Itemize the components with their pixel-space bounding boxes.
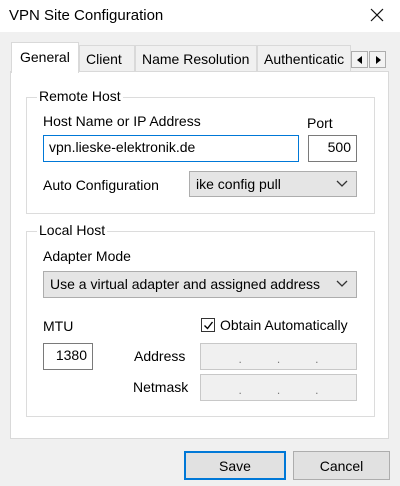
tab-scroll-left[interactable] [351, 51, 368, 68]
auto-config-select[interactable]: ike config pull [189, 171, 357, 197]
tab-authentication[interactable]: Authenticatic [257, 45, 351, 71]
ip-dot: . [276, 383, 281, 397]
port-value: 500 [327, 139, 351, 155]
save-label: Save [219, 458, 251, 474]
port-label: Port [307, 115, 333, 131]
tab-label: Authenticatic [264, 51, 345, 67]
mtu-input[interactable]: 1380 [43, 343, 93, 370]
tab-general[interactable]: General [11, 42, 79, 73]
cancel-button[interactable]: Cancel [293, 451, 390, 480]
host-input[interactable]: vpn.lieske-elektronik.de [43, 135, 299, 162]
netmask-label: Netmask [133, 379, 189, 395]
chevron-down-icon [336, 180, 348, 187]
netmask-input[interactable]: . . . [200, 374, 357, 401]
mtu-value: 1380 [55, 347, 87, 363]
ip-dot: . [276, 352, 281, 366]
adapter-mode-select[interactable]: Use a virtual adapter and assigned addre… [43, 271, 357, 298]
ip-dot: . [315, 352, 319, 366]
address-input[interactable]: . . . [200, 343, 357, 370]
port-input[interactable]: 500 [308, 135, 357, 162]
general-panel: Remote Host Host Name or IP Address Port… [10, 71, 389, 439]
window-title: VPN Site Configuration [9, 7, 164, 24]
remote-host-legend: Remote Host [37, 88, 123, 104]
mtu-label: MTU [43, 318, 74, 334]
check-icon [203, 321, 213, 330]
ip-dot: . [238, 352, 242, 366]
auto-config-value: ike config pull [196, 176, 281, 192]
close-icon [370, 8, 384, 22]
ip-dot: . [238, 383, 242, 397]
adapter-mode-value: Use a virtual adapter and assigned addre… [50, 276, 321, 292]
obtain-automatically-checkbox[interactable] [201, 318, 215, 332]
host-value: vpn.lieske-elektronik.de [49, 139, 196, 155]
tab-scroll-right[interactable] [369, 51, 386, 68]
local-host-legend: Local Host [37, 222, 108, 238]
auto-config-label: Auto Configuration [43, 177, 159, 193]
address-label: Address [134, 348, 186, 364]
title-bar: VPN Site Configuration [0, 0, 400, 32]
close-button[interactable] [362, 0, 392, 30]
host-label: Host Name or IP Address [43, 113, 201, 129]
tab-label: Client [86, 51, 122, 67]
adapter-mode-label: Adapter Mode [43, 248, 131, 264]
cancel-label: Cancel [319, 458, 364, 474]
arrow-left-icon [356, 55, 362, 64]
tab-name-resolution[interactable]: Name Resolution [135, 45, 257, 71]
chevron-down-icon [336, 280, 348, 287]
tab-label: General [20, 49, 70, 65]
arrow-right-icon [375, 55, 381, 64]
save-button[interactable]: Save [184, 451, 286, 480]
ip-dot: . [315, 383, 319, 397]
tab-label: Name Resolution [142, 51, 250, 67]
tab-client[interactable]: Client [79, 45, 135, 71]
obtain-automatically-label: Obtain Automatically [220, 317, 348, 333]
